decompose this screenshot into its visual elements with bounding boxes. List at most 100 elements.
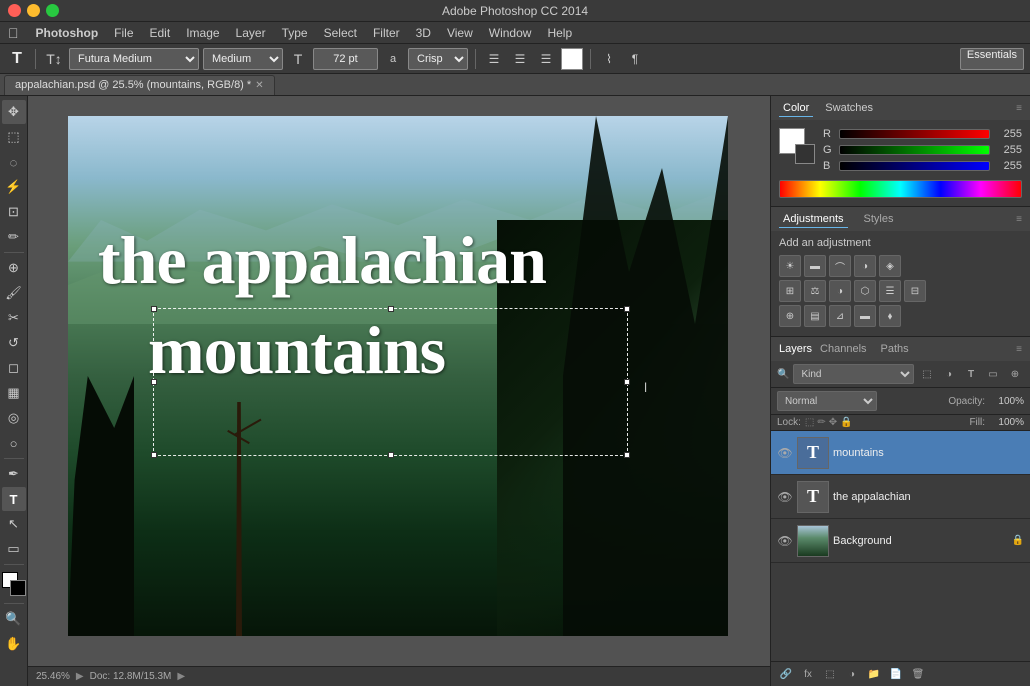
paths-tab[interactable]: Paths xyxy=(881,343,909,355)
new-layer-button[interactable]: 📄 xyxy=(887,665,905,683)
exposure-icon[interactable]: ◑ xyxy=(854,255,876,277)
healing-brush-tool[interactable]: ⊕ xyxy=(2,256,26,280)
levels-icon[interactable]: ▬ xyxy=(804,255,826,277)
text-color-swatch[interactable] xyxy=(561,48,583,70)
foreground-background-colors[interactable] xyxy=(2,572,26,596)
layer-kind-select[interactable]: Kind xyxy=(793,364,914,384)
gradient-tool[interactable]: ▦ xyxy=(2,381,26,405)
path-select-tool[interactable]: ↖ xyxy=(2,512,26,536)
blue-slider[interactable] xyxy=(839,161,990,171)
adjustments-tab[interactable]: Adjustments xyxy=(779,211,848,228)
lock-all-icon[interactable]: 🔒 xyxy=(840,417,852,428)
shape-filter-icon[interactable]: ▭ xyxy=(984,365,1002,383)
adjustments-panel-collapse[interactable]: ≡ xyxy=(1016,214,1022,225)
character-panel-icon[interactable]: ¶ xyxy=(624,48,646,70)
fill-value[interactable]: 100% xyxy=(989,417,1024,428)
text-tool[interactable]: T xyxy=(2,487,26,511)
opacity-value[interactable]: 100% xyxy=(989,396,1024,407)
lock-position-icon[interactable]: ✥ xyxy=(829,417,837,428)
menu-view[interactable]: View xyxy=(440,24,480,42)
warp-text-icon[interactable]: ⌇ xyxy=(598,48,620,70)
font-size-input[interactable] xyxy=(313,48,378,70)
green-slider[interactable] xyxy=(839,145,990,155)
hand-tool[interactable]: ✋ xyxy=(2,632,26,656)
text-tool-icon[interactable]: T xyxy=(6,48,28,70)
smart-filter-icon[interactable]: ⊕ xyxy=(1006,365,1024,383)
layer-visibility-mountains[interactable]: 👁 xyxy=(777,445,793,461)
dodge-tool[interactable]: ○ xyxy=(2,431,26,455)
zoom-nav-icon[interactable]: ▶ xyxy=(76,671,84,682)
history-brush-tool[interactable]: ↺ xyxy=(2,331,26,355)
crop-tool[interactable]: ⊡ xyxy=(2,200,26,224)
eyedropper-tool[interactable]: ✏ xyxy=(2,225,26,249)
text-filter-icon[interactable]: T xyxy=(962,365,980,383)
zoom-tool[interactable]: 🔍 xyxy=(2,607,26,631)
anti-alias-select[interactable]: Crisp xyxy=(408,48,468,70)
channel-mixer-icon[interactable]: ☰ xyxy=(879,280,901,302)
color-swatches-fg-bg[interactable] xyxy=(779,128,815,164)
hsl-icon[interactable]: ⊞ xyxy=(779,280,801,302)
layer-visibility-appalachian[interactable]: 👁 xyxy=(777,489,793,505)
menu-file[interactable]: File xyxy=(107,24,140,42)
curves-icon[interactable]: ⌒ xyxy=(829,255,851,277)
doc-nav-icon[interactable]: ▶ xyxy=(177,671,185,682)
shape-tool[interactable]: ▭ xyxy=(2,537,26,561)
lasso-tool[interactable]: ◌ xyxy=(2,150,26,174)
menu-layer[interactable]: Layer xyxy=(229,24,273,42)
channels-tab[interactable]: Channels xyxy=(820,343,866,355)
color-tab[interactable]: Color xyxy=(779,100,813,117)
menu-type[interactable]: Type xyxy=(275,24,315,42)
menu-photoshop[interactable]: Photoshop xyxy=(29,24,106,42)
menu-image[interactable]: Image xyxy=(179,24,226,42)
vibrance-icon[interactable]: ◈ xyxy=(879,255,901,277)
tab-close-button[interactable]: ✕ xyxy=(255,80,263,91)
threshold-icon[interactable]: ⊿ xyxy=(829,305,851,327)
essentials-button[interactable]: Essentials xyxy=(960,48,1024,70)
blend-mode-select[interactable]: Normal xyxy=(777,391,877,411)
menu-help[interactable]: Help xyxy=(540,24,579,42)
font-family-select[interactable]: Futura Medium xyxy=(69,48,199,70)
photo-filter-icon[interactable]: ⬡ xyxy=(854,280,876,302)
background-swatch[interactable] xyxy=(795,144,815,164)
layer-visibility-background[interactable]: 👁 xyxy=(777,533,793,549)
lock-transparency-icon[interactable]: ⬚ xyxy=(805,417,814,428)
menu-3d[interactable]: 3D xyxy=(409,24,438,42)
bw-icon[interactable]: ◑ xyxy=(829,280,851,302)
new-fill-layer-button[interactable]: ◑ xyxy=(843,665,861,683)
quick-select-tool[interactable]: ⚡ xyxy=(2,175,26,199)
layers-panel-collapse[interactable]: ≡ xyxy=(1016,344,1022,355)
maximize-button[interactable] xyxy=(46,4,59,17)
canvas[interactable]: the appalachian mountains | xyxy=(68,116,728,636)
swatches-tab[interactable]: Swatches xyxy=(821,100,877,116)
blur-tool[interactable]: ◎ xyxy=(2,406,26,430)
posterize-icon[interactable]: ▤ xyxy=(804,305,826,327)
marquee-tool[interactable]: ⬚ xyxy=(2,125,26,149)
eraser-tool[interactable]: ◻ xyxy=(2,356,26,380)
move-tool[interactable]: ✥ xyxy=(2,100,26,124)
menu-select[interactable]: Select xyxy=(317,24,364,42)
brightness-contrast-icon[interactable]: ☀ xyxy=(779,255,801,277)
pen-tool[interactable]: ✒ xyxy=(2,462,26,486)
align-right-icon[interactable]: ☰ xyxy=(535,48,557,70)
styles-tab[interactable]: Styles xyxy=(864,213,894,225)
close-button[interactable] xyxy=(8,4,21,17)
color-lookup-icon[interactable]: ⊟ xyxy=(904,280,926,302)
minimize-button[interactable] xyxy=(27,4,40,17)
delete-layer-button[interactable]: 🗑 xyxy=(909,665,927,683)
layer-item[interactable]: 👁 T mountains xyxy=(771,431,1030,475)
layers-tab[interactable]: Layers xyxy=(779,343,812,355)
menu-edit[interactable]: Edit xyxy=(143,24,178,42)
lock-paint-icon[interactable]: ✏ xyxy=(817,417,825,428)
align-left-icon[interactable]: ☰ xyxy=(483,48,505,70)
menu-window[interactable]: Window xyxy=(482,24,539,42)
pixel-filter-icon[interactable]: ⬚ xyxy=(918,365,936,383)
window-controls[interactable] xyxy=(8,4,59,17)
color-balance-icon[interactable]: ⚖ xyxy=(804,280,826,302)
font-style-select[interactable]: Medium xyxy=(203,48,283,70)
layer-item[interactable]: 👁 Background 🔒 xyxy=(771,519,1030,563)
layer-effects-button[interactable]: fx xyxy=(799,665,817,683)
color-spectrum[interactable] xyxy=(779,180,1022,198)
layer-mask-button[interactable]: ⬚ xyxy=(821,665,839,683)
selective-color-icon[interactable]: ⬧ xyxy=(879,305,901,327)
color-panel-collapse[interactable]: ≡ xyxy=(1016,103,1022,114)
